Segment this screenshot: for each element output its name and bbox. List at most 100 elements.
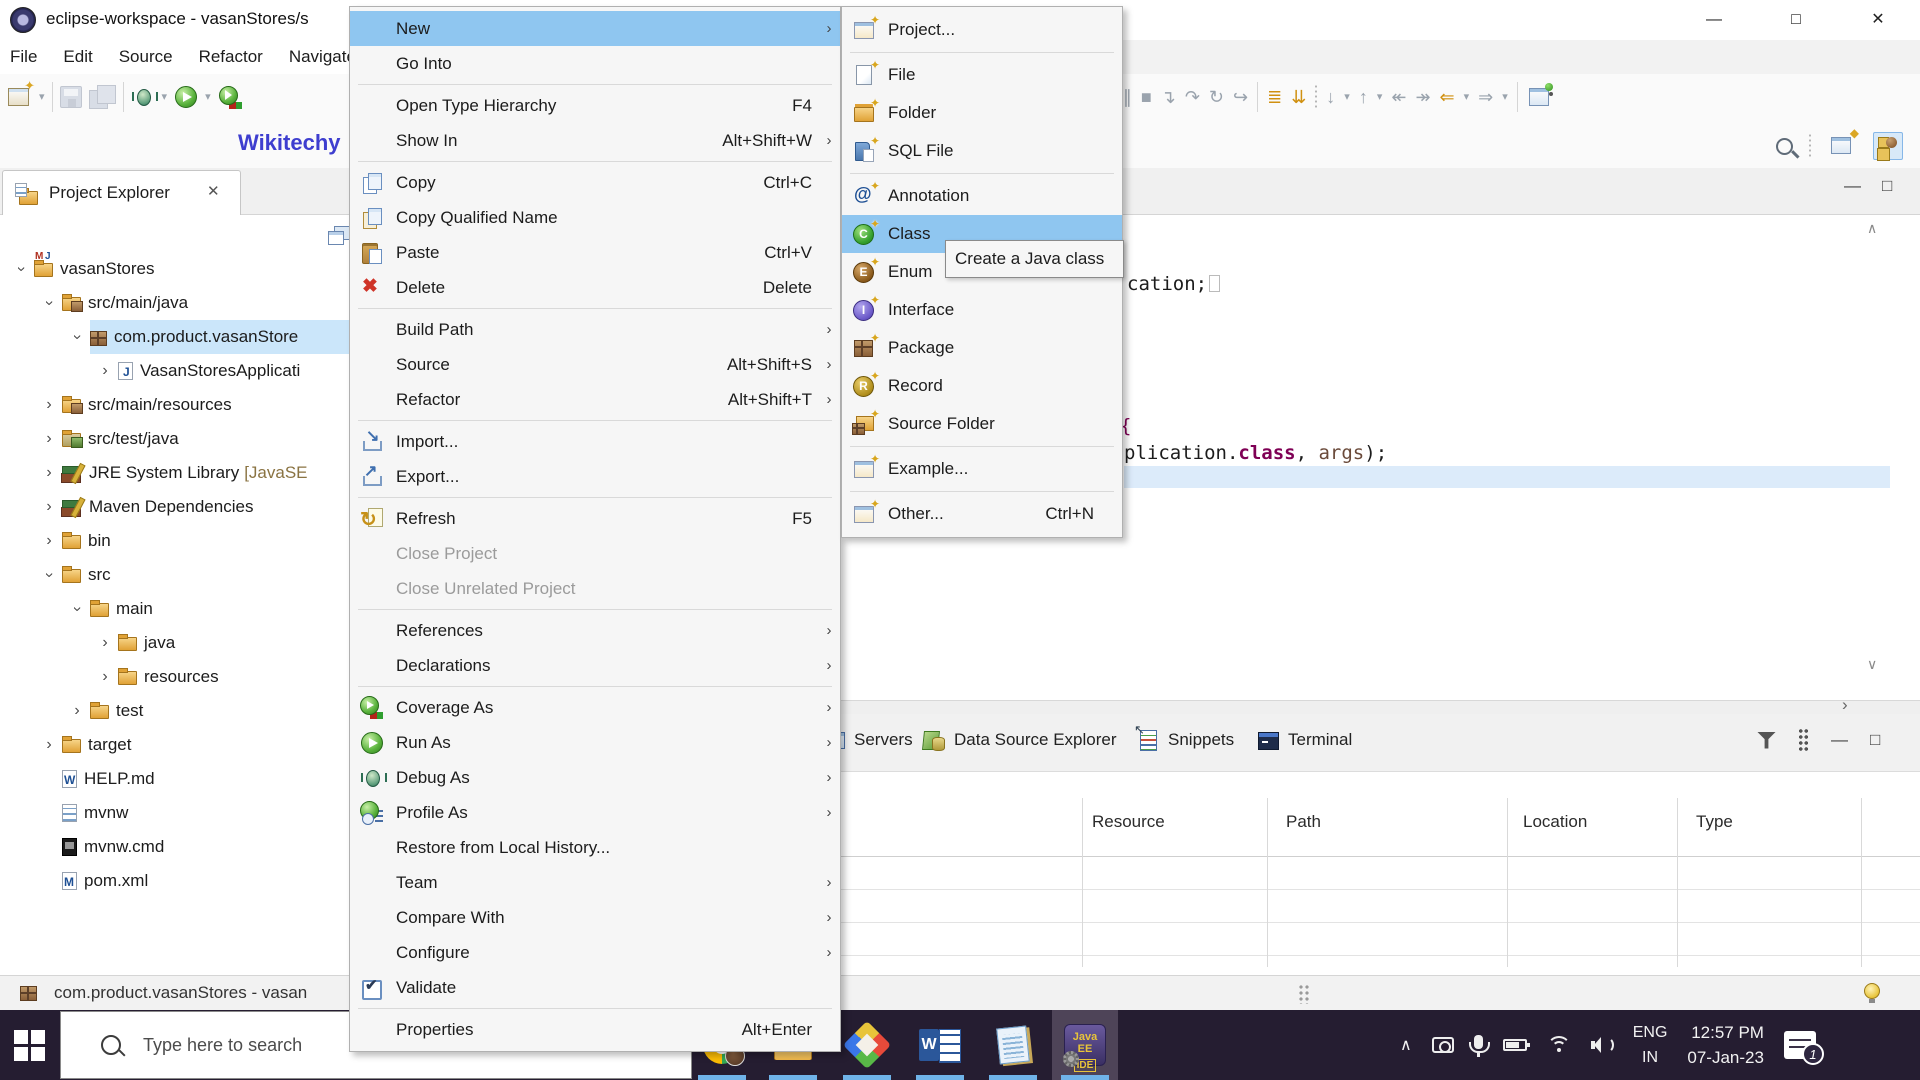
- chevron-collapsed-icon[interactable]: ›: [92, 354, 118, 388]
- skip-breakpoints-icon[interactable]: ⇊: [1291, 83, 1306, 111]
- column-header-path[interactable]: Path: [1286, 812, 1321, 832]
- taskbar-app-word[interactable]: [907, 1010, 973, 1080]
- chevron-collapsed-icon[interactable]: ›: [64, 694, 90, 728]
- lightbulb-icon[interactable]: [1864, 983, 1880, 999]
- tab-data-source-explorer[interactable]: Data Source Explorer: [922, 728, 1117, 752]
- context-menu-item-refactor[interactable]: RefactorAlt+Shift+T›: [350, 382, 840, 417]
- view-menu-icon[interactable]: [1798, 728, 1809, 752]
- column-header-type[interactable]: Type: [1696, 812, 1733, 832]
- panel-minimize-icon[interactable]: —: [1831, 730, 1848, 750]
- context-menu-item-refresh[interactable]: RefreshF5: [350, 501, 840, 536]
- context-menu-item-profile-as[interactable]: Profile As›: [350, 795, 840, 830]
- column-header-location[interactable]: Location: [1523, 812, 1587, 832]
- debug-dropdown-icon[interactable]: ▾: [162, 83, 168, 111]
- menubar-item-edit[interactable]: Edit: [63, 47, 92, 67]
- context-menu-item-copy[interactable]: CopyCtrl+C: [350, 165, 840, 200]
- tree-item-src[interactable]: ›src: [0, 558, 349, 592]
- chevron-collapsed-icon[interactable]: ›: [36, 490, 62, 524]
- step-over-icon[interactable]: ↷: [1185, 83, 1200, 111]
- open-perspective-icon[interactable]: [1827, 132, 1857, 160]
- run-icon[interactable]: [174, 85, 198, 109]
- chevron-collapsed-icon[interactable]: ›: [36, 456, 62, 490]
- push-dropdown-icon[interactable]: ▾: [1377, 83, 1383, 111]
- mark-occurrences-icon[interactable]: ≣: [1267, 83, 1282, 111]
- battery-icon[interactable]: [1503, 1039, 1527, 1051]
- context-menu-item-validate[interactable]: Validate: [350, 970, 840, 1005]
- new-submenu-item-source-folder[interactable]: Source Folder: [842, 405, 1122, 443]
- new-submenu-item-example[interactable]: Example...: [842, 450, 1122, 488]
- tree-item-mvnw[interactable]: mvnw: [0, 796, 349, 830]
- tree-item-vasanstores[interactable]: ›MJvasanStores: [0, 252, 349, 286]
- chevron-collapsed-icon[interactable]: ›: [92, 660, 118, 694]
- new-submenu-item-project[interactable]: Project...: [842, 11, 1122, 49]
- chevron-expanded-icon[interactable]: ›: [32, 562, 66, 588]
- tree-item-src-test-java[interactable]: ›src/test/java: [0, 422, 349, 456]
- new-submenu-item-file[interactable]: File: [842, 56, 1122, 94]
- context-menu-item-delete[interactable]: DeleteDelete: [350, 270, 840, 305]
- previous-annotation-icon[interactable]: ↞: [1391, 83, 1406, 111]
- notification-center-icon[interactable]: 1: [1784, 1031, 1816, 1059]
- tree-item-help-md[interactable]: HELP.md: [0, 762, 349, 796]
- tree-item-mvnw-cmd[interactable]: mvnw.cmd: [0, 830, 349, 864]
- new-wizard-icon[interactable]: [6, 84, 32, 110]
- forward-dropdown-icon[interactable]: ▾: [1502, 83, 1508, 111]
- pull-icon[interactable]: ↓: [1326, 83, 1335, 111]
- tree-item-vasanstoresapplicati[interactable]: ›VasanStoresApplicati: [0, 354, 349, 388]
- context-menu-item-compare-with[interactable]: Compare With›: [350, 900, 840, 935]
- chevron-collapsed-icon[interactable]: ›: [36, 422, 62, 456]
- menubar-item-source[interactable]: Source: [119, 47, 173, 67]
- taskbar-app-notepad[interactable]: [980, 1010, 1046, 1080]
- volume-icon[interactable]: [1591, 1036, 1613, 1054]
- pull-dropdown-icon[interactable]: ▾: [1344, 83, 1350, 111]
- back-dropdown-icon[interactable]: ▾: [1464, 83, 1470, 111]
- resize-handle-icon[interactable]: [1298, 984, 1310, 1004]
- new-submenu-item-record[interactable]: Record: [842, 367, 1122, 405]
- menubar-item-file[interactable]: File: [10, 47, 37, 67]
- chevron-expanded-icon[interactable]: ›: [60, 596, 94, 622]
- save-all-icon[interactable]: [89, 85, 116, 109]
- pin-editor-icon[interactable]: [1527, 84, 1553, 110]
- tree-item-bin[interactable]: ›bin: [0, 524, 349, 558]
- window-maximize-button[interactable]: □: [1766, 0, 1826, 40]
- chevron-collapsed-icon[interactable]: ›: [36, 388, 62, 422]
- context-menu-item-open-type-hierarchy[interactable]: Open Type HierarchyF4: [350, 88, 840, 123]
- tree-item-com-product-vasanstore[interactable]: ›com.product.vasanStore: [0, 320, 349, 354]
- language-indicator[interactable]: ENGIN: [1633, 1020, 1668, 1070]
- editor-minimize-icon[interactable]: —: [1844, 176, 1861, 196]
- taskbar-app-3d-viewer[interactable]: [834, 1010, 900, 1080]
- context-menu-item-restore-from-local-history[interactable]: Restore from Local History...: [350, 830, 840, 865]
- chevron-expanded-icon[interactable]: ›: [4, 256, 38, 282]
- tree-item-resources[interactable]: ›resources: [0, 660, 349, 694]
- new-submenu-item-package[interactable]: Package: [842, 329, 1122, 367]
- next-annotation-icon[interactable]: ↠: [1415, 83, 1430, 111]
- context-menu-item-team[interactable]: Team›: [350, 865, 840, 900]
- context-menu-item-import[interactable]: Import...: [350, 424, 840, 459]
- context-menu-item-run-as[interactable]: Run As›: [350, 725, 840, 760]
- context-menu-item-show-in[interactable]: Show InAlt+Shift+W›: [350, 123, 840, 158]
- taskbar-app-eclipse[interactable]: Java EE IDE: [1052, 1010, 1118, 1080]
- context-menu-item-build-path[interactable]: Build Path›: [350, 312, 840, 347]
- window-minimize-button[interactable]: —: [1684, 0, 1744, 40]
- editor-maximize-icon[interactable]: □: [1882, 176, 1892, 196]
- step-into-icon[interactable]: ↴: [1161, 83, 1176, 111]
- chevron-expanded-icon[interactable]: ›: [32, 290, 66, 316]
- chevron-right-icon[interactable]: ›: [1842, 695, 1848, 715]
- terminate-icon[interactable]: ■: [1141, 83, 1152, 111]
- tree-item-java[interactable]: ›java: [0, 626, 349, 660]
- chevron-collapsed-icon[interactable]: ›: [36, 524, 62, 558]
- column-header-resource[interactable]: Resource: [1092, 812, 1165, 832]
- tree-item-test[interactable]: ›test: [0, 694, 349, 728]
- run-dropdown-icon[interactable]: ▾: [205, 83, 211, 111]
- new-submenu-item-sql-file[interactable]: SQL File: [842, 132, 1122, 170]
- context-menu-item-source[interactable]: SourceAlt+Shift+S›: [350, 347, 840, 382]
- new-submenu-item-interface[interactable]: Interface: [842, 291, 1122, 329]
- tree-item-src-main-java[interactable]: ›src/main/java: [0, 286, 349, 320]
- microphone-icon[interactable]: [1474, 1035, 1483, 1049]
- debug-icon[interactable]: [131, 85, 155, 109]
- menubar-item-navigate[interactable]: Navigate: [289, 47, 349, 67]
- tree-item-maven-dependencies[interactable]: ›Maven Dependencies: [0, 490, 349, 524]
- camera-icon[interactable]: [1432, 1037, 1454, 1053]
- new-submenu-item-other[interactable]: Other...Ctrl+N: [842, 495, 1122, 533]
- save-icon[interactable]: [60, 86, 82, 108]
- tab-close-icon[interactable]: ✕: [207, 182, 220, 200]
